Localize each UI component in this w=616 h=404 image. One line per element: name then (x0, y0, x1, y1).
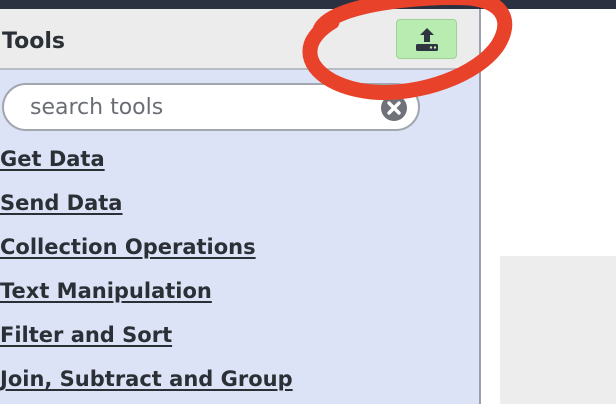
main-content-area (481, 9, 616, 404)
tool-section-get-data[interactable]: Get Data (0, 137, 293, 181)
tool-section-send-data[interactable]: Send Data (0, 181, 293, 225)
upload-button[interactable] (396, 19, 457, 59)
search-tools-input[interactable] (30, 93, 370, 121)
clear-icon[interactable] (381, 95, 407, 121)
tool-section-filter-and-sort[interactable]: Filter and Sort (0, 313, 293, 357)
tool-panel-header: Tools (0, 9, 479, 70)
tool-section-text-manipulation[interactable]: Text Manipulation (0, 269, 293, 313)
tool-section-collection-operations[interactable]: Collection Operations (0, 225, 293, 269)
tool-section-join-subtract-group[interactable]: Join, Subtract and Group (0, 357, 293, 401)
tool-panel: Tools Get Data Send Data Collection Oper… (0, 9, 481, 404)
tool-section-list: Get Data Send Data Collection Operations… (0, 137, 293, 401)
search-box (2, 83, 420, 131)
upload-icon (415, 28, 438, 51)
content-placeholder-block (500, 256, 616, 404)
top-masthead (0, 0, 616, 9)
tool-panel-title: Tools (2, 29, 65, 54)
